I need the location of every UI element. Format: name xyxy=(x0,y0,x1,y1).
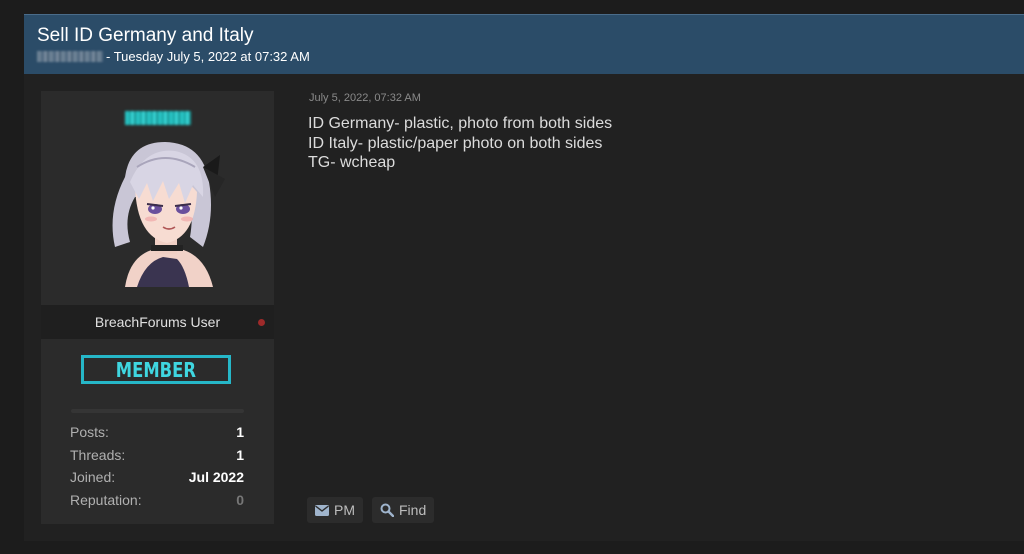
stat-posts: Posts: 1 xyxy=(70,424,244,447)
stat-value: Jul 2022 xyxy=(188,469,244,485)
page-bottom-edge xyxy=(24,541,1024,554)
find-button[interactable]: Find xyxy=(372,497,435,523)
stat-value: 1 xyxy=(236,446,244,463)
find-label: Find xyxy=(399,502,427,518)
stat-value[interactable]: 0 xyxy=(236,492,244,508)
usertitle-bar: BreachForums User xyxy=(41,305,274,339)
user-stats: Posts: 1 Threads: 1 Joined: Jul 2022 Rep… xyxy=(70,424,244,514)
stat-label: Threads: xyxy=(70,446,126,463)
post-date: July 5, 2022, 07:32 AM xyxy=(309,92,421,104)
stat-label: Posts: xyxy=(70,424,109,440)
post-line: ID Italy- plastic/paper photo on both si… xyxy=(308,134,603,152)
search-icon xyxy=(380,503,394,517)
stat-threads: Threads: 1 xyxy=(70,447,244,470)
stat-value: 1 xyxy=(236,424,244,440)
stat-label: Joined: xyxy=(70,469,116,485)
redacted-username-link[interactable] xyxy=(125,111,191,125)
stat-joined: Joined: Jul 2022 xyxy=(70,469,244,492)
badge-label: MEMBER xyxy=(115,357,197,382)
thread-date: - Tuesday July 5, 2022 at 07:32 AM xyxy=(106,49,310,64)
thread-header: Sell ID Germany and Italy - Tuesday July… xyxy=(24,14,1024,74)
post-line: TG- wcheap xyxy=(308,154,396,171)
post-body: ID Germany- plastic, photo from both sid… xyxy=(308,114,612,173)
offline-status-dot xyxy=(258,319,265,326)
post-line: ID Germany- plastic, photo from both sid… xyxy=(308,115,613,132)
thread-meta: - Tuesday July 5, 2022 at 07:32 AM xyxy=(37,49,310,64)
stat-label: Reputation: xyxy=(70,491,142,508)
pm-button[interactable]: PM xyxy=(307,497,363,523)
stats-divider xyxy=(71,409,244,413)
user-title: BreachForums User xyxy=(94,314,221,330)
pm-label: PM xyxy=(334,502,355,518)
redacted-author-name[interactable] xyxy=(37,51,103,62)
member-badge: MEMBER xyxy=(81,355,231,384)
thread-title: Sell ID Germany and Italy xyxy=(37,25,254,46)
avatar[interactable] xyxy=(85,137,231,287)
envelope-icon xyxy=(315,504,329,516)
user-panel: BreachForums User MEMBER Posts: 1 Thread… xyxy=(41,91,274,524)
stat-reputation: Reputation: 0 xyxy=(70,492,244,515)
